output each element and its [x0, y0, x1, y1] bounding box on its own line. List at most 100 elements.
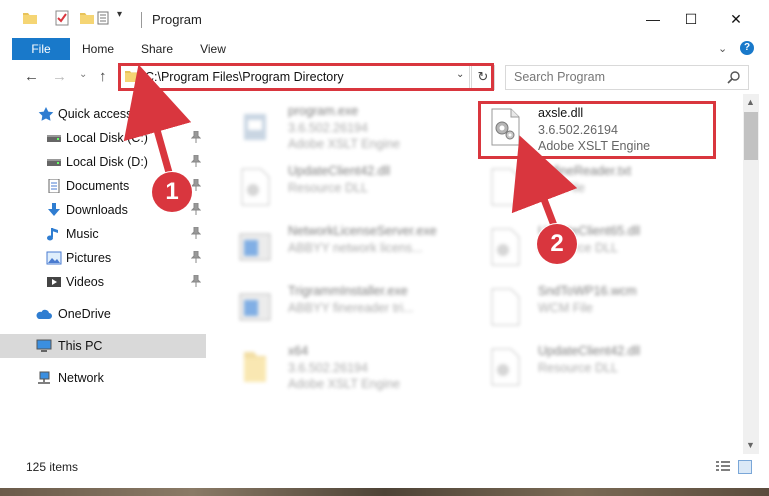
text-file-icon — [491, 288, 520, 326]
scroll-thumb[interactable] — [744, 112, 758, 160]
app-window-icon — [239, 293, 271, 321]
file-name: UpdateClient42.dll — [538, 344, 641, 358]
music-icon — [47, 228, 58, 241]
pin-icon[interactable] — [191, 251, 201, 263]
file-name: DefineReader.txt — [538, 164, 632, 178]
up-button[interactable]: ↑ — [99, 68, 107, 85]
back-button[interactable]: ← — [24, 68, 39, 85]
file-item[interactable]: NetworkLicenseServer.exe ABBYY network l… — [232, 220, 482, 276]
file-item[interactable]: UpdateClient42.dll Resource DLL — [232, 160, 482, 216]
new-folder-icon[interactable] — [79, 10, 95, 26]
sidebar-item-pictures[interactable]: Pictures — [0, 246, 206, 270]
properties-check-icon[interactable] — [54, 10, 70, 26]
file-item-program-exe[interactable]: program.exe 3.6.502.26194 Adobe XSLT Eng… — [232, 100, 482, 156]
chevron-down-icon[interactable]: ⌄ — [456, 69, 464, 80]
sidebar-item-this-pc[interactable]: This PC — [0, 334, 206, 358]
details-view-icon[interactable] — [716, 461, 730, 473]
star-icon — [38, 107, 54, 121]
help-icon[interactable]: ? — [740, 41, 754, 55]
search-icon[interactable] — [727, 70, 741, 84]
file-name: program.exe — [288, 104, 359, 118]
sidebar-item-label: Pictures — [66, 251, 112, 265]
refresh-button[interactable]: ↻ — [471, 65, 495, 90]
file-item-axsle-dll[interactable]: axsle.dll 3.6.502.26194 Adobe XSLT Engin… — [482, 100, 732, 156]
chevron-down-icon[interactable]: ▾ — [117, 9, 122, 25]
sidebar-item-label: Local Disk (D:) — [66, 155, 148, 169]
videos-icon — [47, 277, 61, 287]
tab-view[interactable]: View — [198, 38, 228, 60]
pin-icon[interactable] — [191, 179, 201, 191]
recent-locations-icon[interactable]: ⌄ — [79, 69, 87, 80]
address-bar[interactable]: C:\Program Files\Program Directory ⌄ — [119, 65, 470, 90]
sidebar-item-label: Music — [66, 227, 99, 241]
file-description: TXT File — [538, 181, 585, 195]
file-item[interactable]: SndToWP16.wcm WCM File — [482, 280, 732, 336]
close-button[interactable]: ✕ — [713, 0, 759, 38]
expand-ribbon-icon[interactable]: ⌄ — [718, 42, 727, 55]
sidebar-item-label: Local Disk (C:) — [66, 131, 148, 145]
folder-icon — [244, 352, 266, 382]
tab-file[interactable]: File — [12, 38, 70, 60]
file-item[interactable]: UpdateClient42.dll Resource DLL — [482, 340, 732, 396]
sidebar-item-network[interactable]: Network — [0, 366, 206, 390]
pin-icon[interactable] — [191, 155, 201, 167]
text-file-icon — [491, 168, 520, 206]
pictures-icon — [46, 251, 62, 265]
tiles-view-icon[interactable] — [738, 460, 752, 474]
item-count: 125 items — [26, 460, 79, 474]
file-description: WCM File — [538, 301, 593, 315]
tab-home[interactable]: Home — [80, 38, 116, 60]
file-description: ABBYY network licens... — [288, 241, 423, 255]
forward-button[interactable]: → — [52, 68, 67, 85]
sidebar-item-label: Downloads — [66, 203, 128, 217]
tab-share[interactable]: Share — [139, 38, 175, 60]
title-bar: ▾ Program — ☐ ✕ — [0, 0, 769, 38]
sidebar-item-label: OneDrive — [58, 307, 111, 321]
file-item[interactable]: DefineReader.txt TXT File — [482, 160, 732, 216]
file-name: UpdateClient42.dll — [288, 164, 391, 178]
pin-icon[interactable] — [191, 131, 201, 143]
scroll-down-icon[interactable]: ▼ — [746, 440, 755, 450]
sidebar-item-videos[interactable]: Videos — [0, 270, 206, 294]
download-icon — [48, 203, 60, 216]
app-window-icon — [239, 233, 271, 261]
sidebar-item-local-disk-d[interactable]: Local Disk (D:) — [0, 150, 206, 174]
cloud-icon — [36, 309, 52, 319]
folder-icon[interactable] — [22, 10, 38, 26]
file-name: x64 — [288, 344, 309, 358]
status-bar: 125 items — [0, 456, 769, 478]
sidebar-item-onedrive[interactable]: OneDrive — [0, 302, 206, 326]
sidebar-item-local-disk-c[interactable]: Local Disk (C:) — [0, 126, 206, 150]
pin-icon[interactable] — [191, 203, 201, 215]
pin-icon[interactable] — [191, 227, 201, 239]
vertical-scrollbar[interactable]: ▲ ▼ — [743, 94, 759, 454]
sidebar-item-quick-access[interactable]: Quick access — [0, 102, 206, 126]
customize-toolbar-icon[interactable] — [97, 10, 113, 26]
sidebar-item-label: Documents — [66, 179, 130, 193]
search-box[interactable]: Search Program — [505, 65, 749, 90]
network-icon — [38, 371, 50, 384]
drive-icon — [47, 159, 61, 166]
file-item[interactable]: UpdateClient65.dll Resource DLL — [482, 220, 732, 276]
exe-icon — [244, 114, 266, 140]
drive-icon — [47, 135, 61, 142]
sidebar-item-music[interactable]: Music — [0, 222, 206, 246]
dll-gear-icon — [491, 108, 520, 146]
maximize-button[interactable]: ☐ — [668, 0, 714, 38]
pin-icon[interactable] — [191, 275, 201, 287]
file-item[interactable]: TrigrammInstaller.exe ABBYY finereader t… — [232, 280, 482, 336]
ribbon-tabs: File Home Share View ⌄ ? — [0, 38, 769, 60]
address-path: C:\Program Files\Program Directory — [145, 70, 344, 84]
file-description: Adobe XSLT Engine — [288, 377, 401, 391]
file-item[interactable]: x64 3.6.502.26194 Adobe XSLT Engine — [232, 340, 482, 396]
scroll-up-icon[interactable]: ▲ — [746, 97, 755, 107]
file-description: Adobe XSLT Engine — [538, 139, 651, 153]
file-name: TrigrammInstaller.exe — [288, 284, 408, 298]
file-name: SndToWP16.wcm — [538, 284, 637, 298]
file-version: 3.6.502.26194 — [538, 123, 618, 137]
dll-gear-icon — [241, 168, 270, 206]
sidebar-item-label: Videos — [66, 275, 104, 289]
file-description: Adobe XSLT Engine — [288, 137, 401, 151]
search-input[interactable]: Search Program — [514, 70, 605, 84]
file-description: Resource DLL — [538, 361, 618, 375]
